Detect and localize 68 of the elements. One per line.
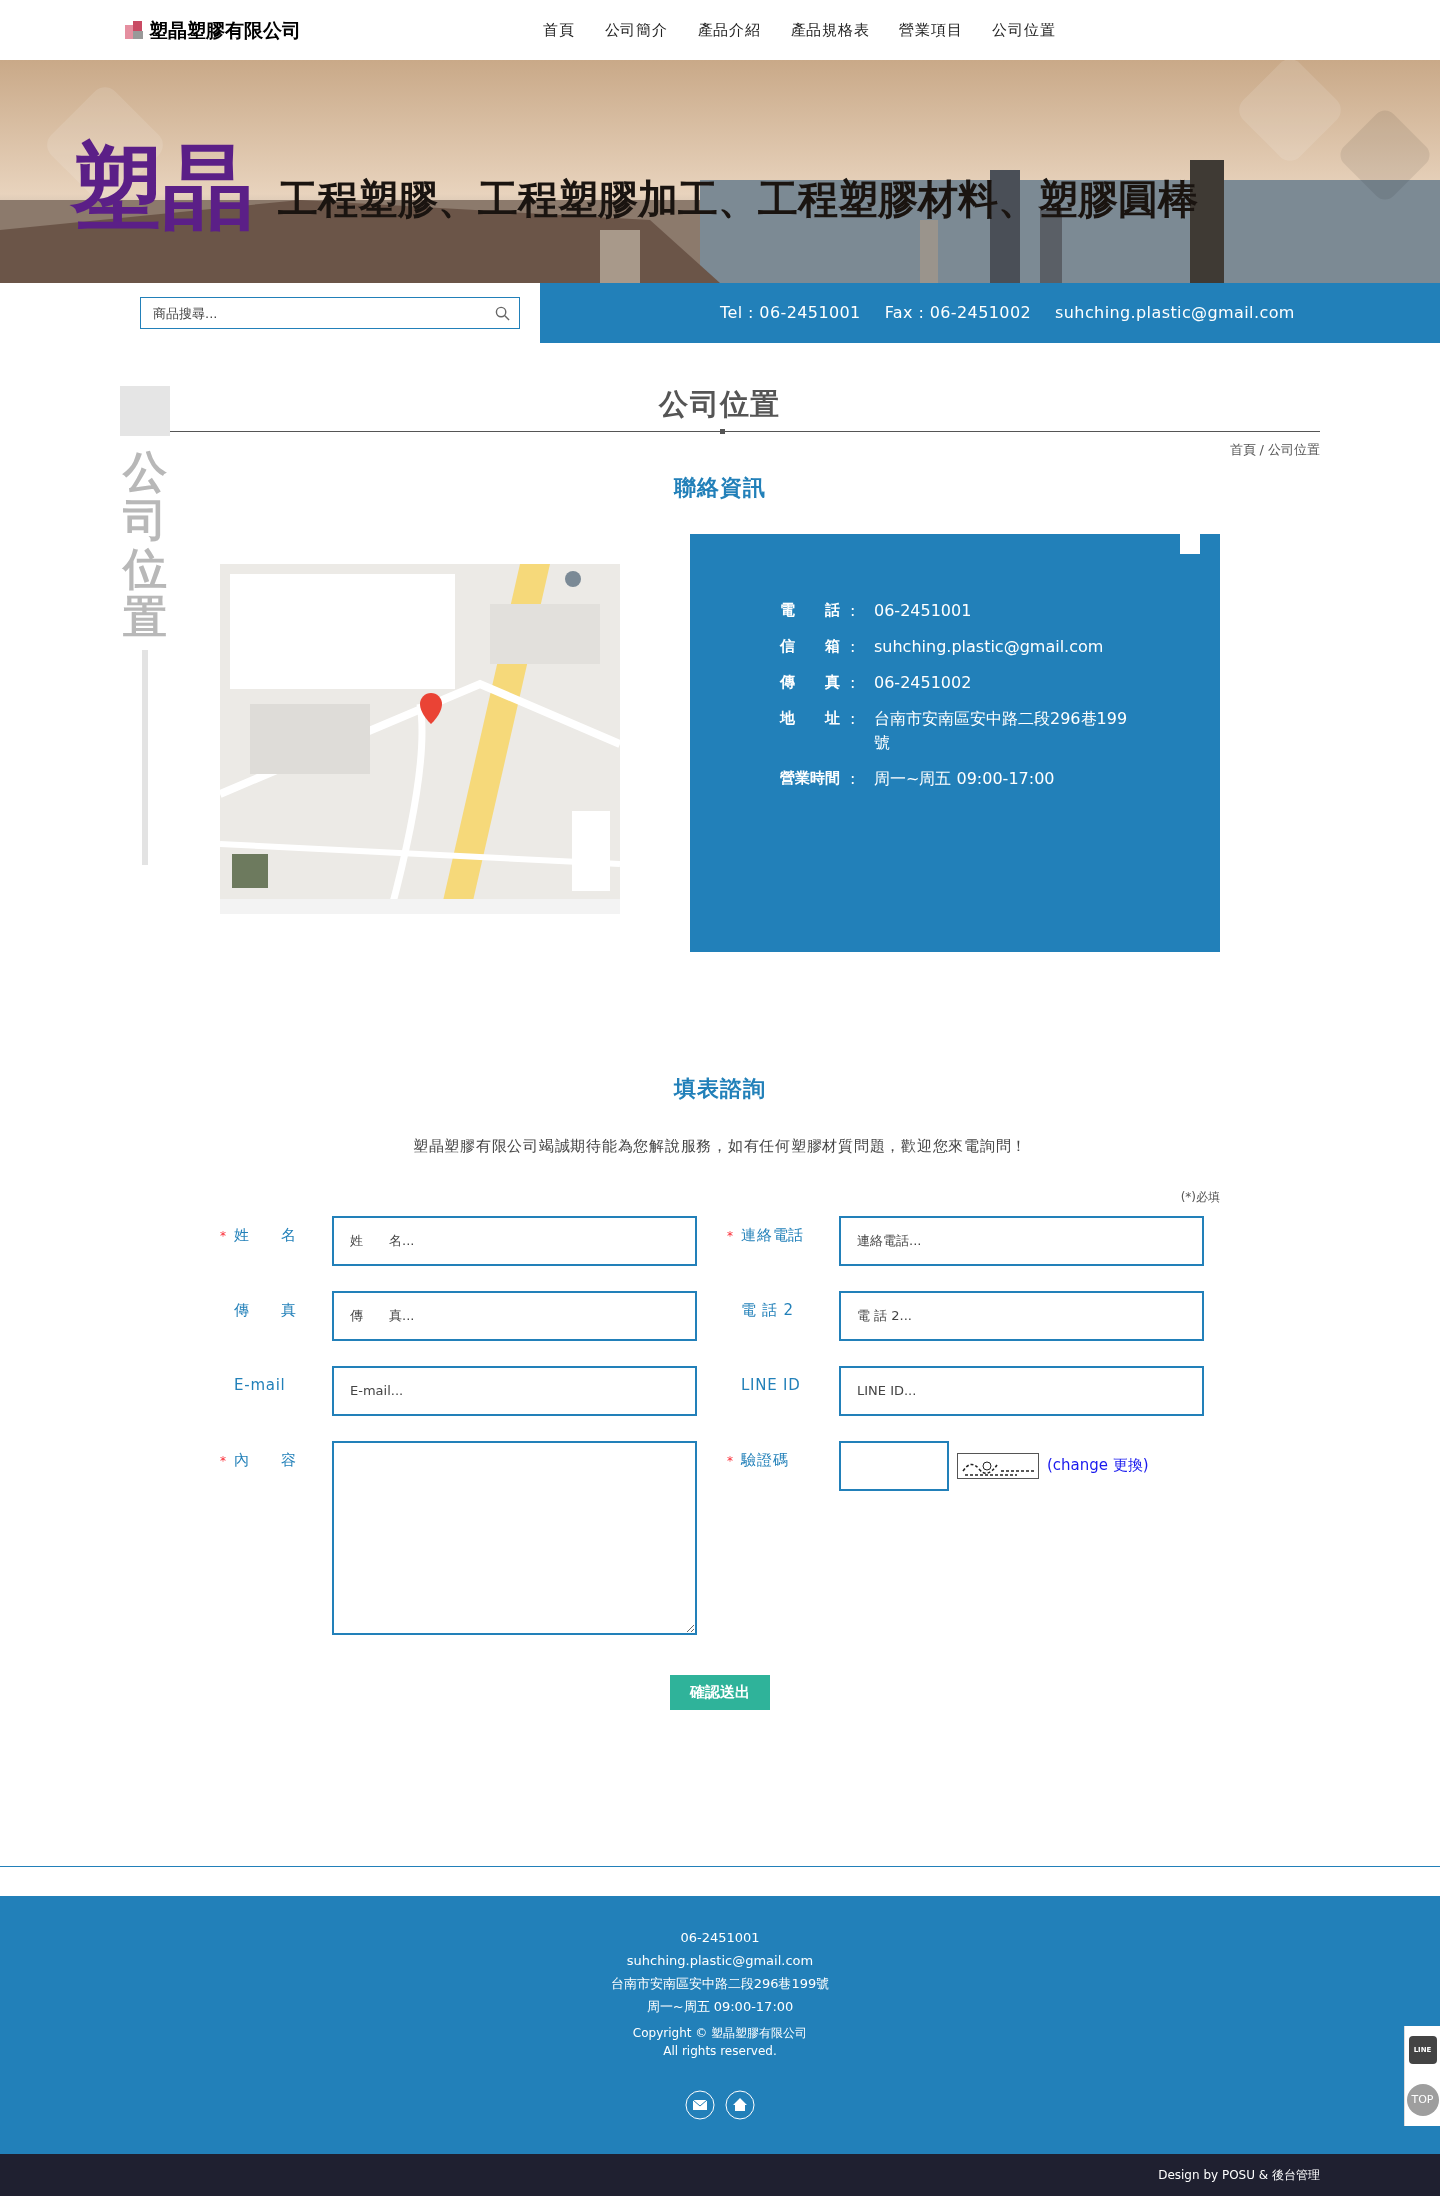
message-field[interactable] [332,1440,697,1635]
contact-bar-text: Tel : 06-2451001 [720,302,861,324]
footer-text: 06-2451001 [680,1929,760,1947]
field-label: 內 容 [234,1449,297,1471]
footer-text: suhching.plastic@gmail.com [626,1952,814,1970]
home-icon[interactable] [725,2090,755,2120]
breadcrumb-link[interactable]: 公司位置 [1268,439,1320,459]
copyright-text: All rights reserved. [663,2043,777,2060]
breadcrumb-separator: / [1259,440,1264,459]
copyright-text: Copyright © 塑晶塑膠有限公司 [632,2025,808,2042]
contact-value: 06-2451002 [874,672,973,694]
contact-value: 06-2451001 [874,600,973,622]
field-label: 連絡電話 [741,1224,804,1246]
contact-value: suhching.plastic@gmail.com [874,636,1105,658]
required-mark: * [220,1228,227,1243]
required-mark: * [727,1228,734,1243]
text-field[interactable]: LINE ID... [839,1365,1204,1416]
colon: : [850,637,856,656]
colon: : [850,709,856,728]
page-title: 公司位置 [659,386,781,423]
search-field[interactable]: 商品搜尋... [140,297,520,329]
field-label: 電 話 2 [741,1299,794,1321]
nav-link[interactable]: 營業項目 [899,18,963,42]
footer-text: 周一~周五 09:00-17:00 [646,1998,794,2016]
company-logo-text: 塑晶塑膠有限公司 [149,17,301,43]
required-mark: * [727,1453,734,1468]
field-label: 驗證碼 [741,1449,789,1471]
required-mark: * [220,1453,227,1468]
nav-link[interactable]: 公司位置 [992,18,1056,42]
field-label: E-mail [234,1374,286,1396]
text-field[interactable]: E-mail... [332,1365,697,1416]
contact-label: 電 話 [780,600,841,621]
search-icon[interactable] [495,306,510,321]
contact-label: 營業時間 [780,768,841,789]
nav-link[interactable]: 產品規格表 [790,18,870,42]
contact-label: 傳 真 [780,672,841,693]
contact-label: 地 址 [780,708,841,729]
field-label: 傳 真 [234,1299,297,1321]
text-field[interactable]: 傳 真... [332,1290,697,1341]
contact-value: 台南市安南區安中路二段296巷199號 [874,708,1129,754]
field-label: LINE ID [741,1374,801,1396]
colon: : [850,769,856,788]
text-field[interactable]: 電 話 2... [839,1290,1204,1341]
required-note: (*)必填 [1179,1188,1220,1206]
nav-link[interactable]: 公司簡介 [604,18,668,42]
colon: : [850,601,856,620]
side-decoration [120,386,170,436]
logo-icon [123,19,145,41]
text-field[interactable]: 連絡電話... [839,1215,1204,1266]
field-label: 姓 名 [234,1224,297,1246]
nav-link[interactable]: 首頁 [543,18,575,42]
breadcrumb-link[interactable]: 首頁 [1229,439,1256,459]
nav-link[interactable]: 產品介紹 [697,18,761,42]
section-heading: 聯絡資訊 [673,474,767,502]
text-field[interactable]: 姓 名... [332,1215,697,1266]
colon: : [850,673,856,692]
contact-bar-text: suhching.plastic@gmail.com [1055,302,1295,324]
mail-icon[interactable] [685,2090,715,2120]
section-heading: 填表諮詢 [672,1075,768,1103]
captcha-field[interactable] [839,1440,949,1491]
footer-text: 台南市安南區安中路二段296巷199號 [610,1975,830,1993]
contact-value: 周一~周五 09:00-17:00 [874,768,1056,790]
credit-text: Design by POSU & 後台管理 [1158,2167,1320,2184]
change-captcha-link[interactable]: (change 更換) [1047,1454,1149,1477]
contact-label: 信 箱 [780,636,841,657]
contact-bar-text: Fax : 06-2451002 [884,302,1032,324]
form-intro: 塑晶塑膠有限公司竭誠期待能為您解說服務，如有任何塑膠材質問題，歡迎您來電詢問！ [411,1136,1029,1157]
side-title: 公司位置 [123,448,167,642]
